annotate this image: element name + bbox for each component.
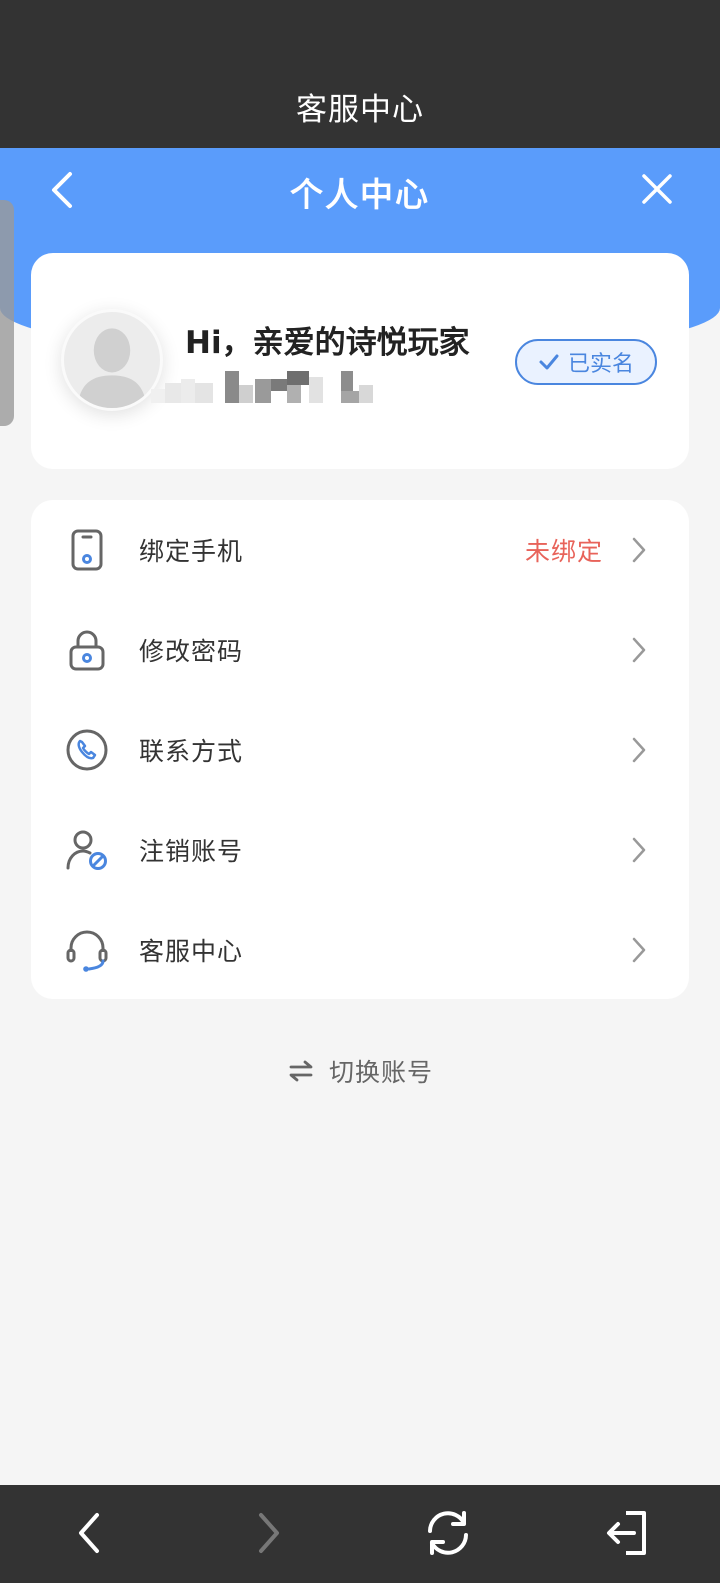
phone-call-icon (66, 729, 108, 771)
menu-item-change-password[interactable]: 修改密码 (31, 600, 689, 700)
user-cancel-icon (66, 830, 107, 870)
chevron-right-icon (632, 737, 646, 763)
forward-arrow-icon[interactable] (242, 1507, 294, 1559)
chevron-right-icon (632, 837, 646, 863)
refresh-icon[interactable] (422, 1507, 474, 1559)
menu-item-label: 绑定手机 (139, 537, 244, 566)
check-icon (539, 354, 559, 370)
bottom-navigation-bar (0, 1485, 720, 1583)
verified-badge: 已实名 (515, 339, 657, 385)
exit-icon[interactable] (604, 1507, 656, 1559)
menu-item-label: 注销账号 (139, 837, 244, 866)
masked-account-id (151, 371, 373, 403)
lock-icon (69, 630, 105, 671)
user-silhouette-icon (77, 328, 147, 408)
page-title: 个人中心 (290, 175, 430, 214)
profile-card: Hi，亲爱的诗悦玩家 已实名 (31, 253, 689, 469)
headset-icon (66, 930, 108, 972)
greeting-text: Hi，亲爱的诗悦玩家 (185, 325, 470, 361)
menu-item-bind-phone[interactable]: 绑定手机 未绑定 (31, 500, 689, 600)
menu-item-delete-account[interactable]: 注销账号 (31, 800, 689, 900)
bind-status: 未绑定 (524, 537, 603, 566)
close-icon[interactable] (640, 172, 674, 206)
menu-item-label: 修改密码 (139, 637, 244, 666)
phone-icon (71, 529, 103, 571)
page: 客服中心 个人中心 Hi，亲爱的诗悦玩家 已实名 绑定手机 未绑定 修改密码 联… (0, 0, 720, 1583)
switch-arrows-icon (289, 1060, 313, 1082)
menu-item-label: 客服中心 (139, 937, 244, 966)
avatar (61, 309, 163, 411)
menu-item-label: 联系方式 (139, 737, 244, 766)
menu-item-contact[interactable]: 联系方式 (31, 700, 689, 800)
chevron-right-icon (632, 937, 646, 963)
back-arrow-icon[interactable] (64, 1507, 116, 1559)
chevron-right-icon (632, 637, 646, 663)
chevron-right-icon (632, 537, 646, 563)
switch-account-label: 切换账号 (328, 1058, 433, 1087)
switch-account-button[interactable]: 切换账号 (0, 1053, 720, 1089)
verified-label: 已实名 (567, 352, 634, 377)
settings-menu: 绑定手机 未绑定 修改密码 联系方式 注销账号 客服中心 (31, 500, 689, 999)
app-title: 客服中心 (296, 92, 424, 128)
floating-side-tab[interactable] (0, 200, 14, 426)
app-title-bar: 客服中心 (0, 0, 720, 148)
menu-item-customer-service[interactable]: 客服中心 (31, 900, 689, 1000)
